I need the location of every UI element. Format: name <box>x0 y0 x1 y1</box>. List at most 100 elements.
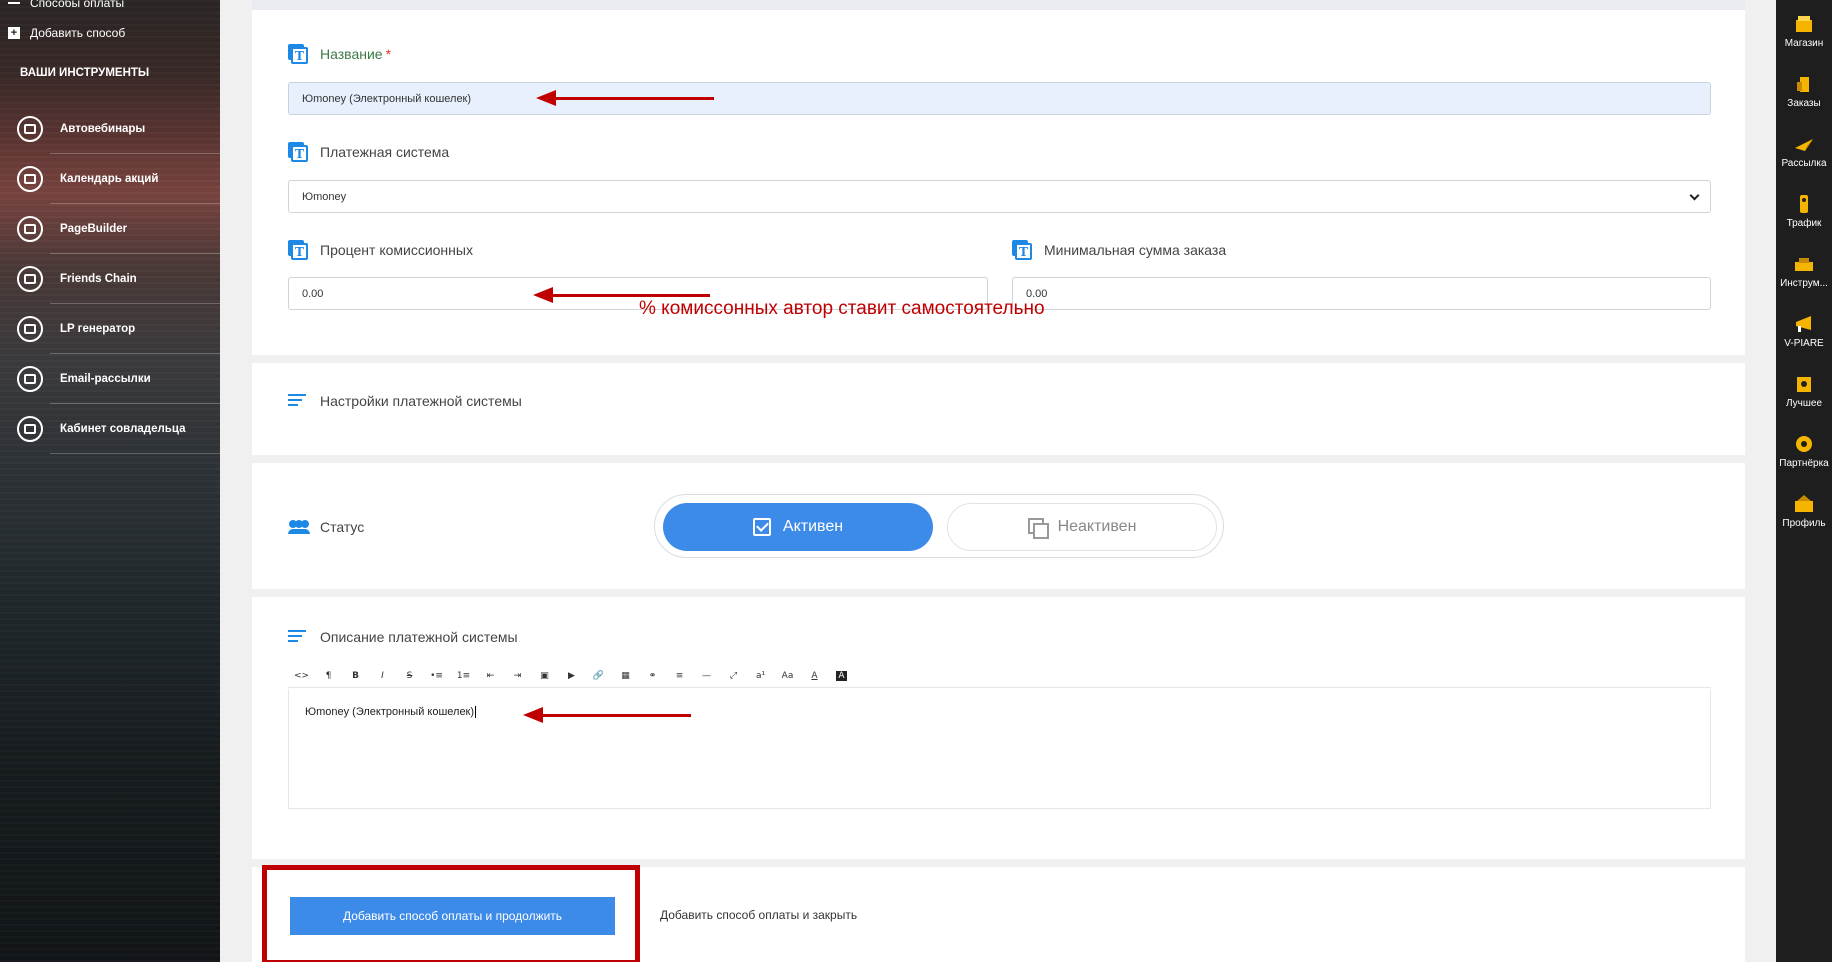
sidebar-item-autowebinars[interactable]: Автовебинары <box>0 104 220 154</box>
image-button[interactable]: ▣ <box>531 664 558 688</box>
name-label: T Название * <box>288 44 391 64</box>
toolbar-best[interactable]: Лучшее <box>1776 374 1832 409</box>
left-sidebar: Способы оплаты + Добавить способ ВАШИ ИН… <box>0 0 220 962</box>
name-input[interactable]: Юmoney (Электронный кошелек) <box>288 82 1711 115</box>
strikethrough-button[interactable]: S <box>396 664 423 688</box>
horizontal-rule-button[interactable]: — <box>693 664 720 688</box>
annotation-arrow <box>523 707 691 723</box>
toolbar-mailing[interactable]: Рассылка <box>1776 134 1832 169</box>
superscript-button[interactable]: a¹ <box>747 664 774 688</box>
status-toggle: Активен Неактивен <box>654 494 1224 558</box>
megaphone-icon <box>1796 316 1811 332</box>
sidebar-item-coowner[interactable]: Кабинет совладельца <box>0 404 220 454</box>
description-text: Юmoney (Электронный кошелек) <box>305 706 475 718</box>
name-label-text: Название <box>320 46 383 62</box>
text-field-icon: T <box>1012 240 1032 260</box>
description-title-text: Описание платежной системы <box>320 629 518 645</box>
highlight-box <box>262 865 640 962</box>
mail-plane-icon <box>1795 139 1813 151</box>
sidebar-item-add-method[interactable]: + Добавить способ <box>0 22 125 44</box>
min-order-label-text: Минимальная сумма заказа <box>1044 242 1227 258</box>
background-color-glyph: A <box>836 670 847 681</box>
payment-system-select[interactable]: Юmoney <box>288 180 1711 213</box>
traffic-icon <box>1800 195 1808 213</box>
required-marker: * <box>385 46 392 62</box>
commission-label: T Процент комиссионных <box>288 240 473 260</box>
font-size-button[interactable]: Aa <box>774 664 801 688</box>
text-field-icon: T <box>288 240 308 260</box>
menu-icon <box>8 2 20 4</box>
text-cursor <box>475 706 477 718</box>
shop-icon <box>1796 16 1812 32</box>
edit-list-icon <box>288 393 308 409</box>
copy-icon <box>1027 518 1049 539</box>
video-button[interactable]: ▶ <box>558 664 585 688</box>
orders-icon <box>1797 77 1809 92</box>
bold-button[interactable]: B <box>342 664 369 688</box>
toolbar-label: Инструм... <box>1780 278 1828 289</box>
toolbar-label: V-PIARE <box>1784 338 1824 349</box>
fullscreen-button[interactable]: ⤢ <box>720 664 747 688</box>
sidebar-section-title: ВАШИ ИНСТРУМЕНТЫ <box>20 67 150 79</box>
settings-title[interactable]: Настройки платежной системы <box>288 393 522 409</box>
toolbar-vpiare[interactable]: V-PIARE <box>1776 314 1832 349</box>
sidebar-item-email[interactable]: Email-рассылки <box>0 354 220 404</box>
sidebar-item-pagebuilder[interactable]: PageBuilder <box>0 204 220 254</box>
align-button[interactable]: ≡ <box>666 664 693 688</box>
sidebar-item-label: Способы оплаты <box>30 0 125 10</box>
status-label-text: Статус <box>320 519 365 535</box>
link-button[interactable]: 🔗 <box>585 664 612 688</box>
toolbar-label: Лучшее <box>1785 398 1823 409</box>
font-color-button[interactable]: A <box>801 664 828 688</box>
sidebar-item-payment-methods[interactable]: Способы оплаты <box>0 0 124 14</box>
table-button[interactable]: ▦ <box>612 664 639 688</box>
italic-button[interactable]: I <box>369 664 396 688</box>
toolbar-label: Партнёрка <box>1779 458 1829 469</box>
toolbar-profile[interactable]: Профиль <box>1776 494 1832 529</box>
sidebar-item-label: Email-рассылки <box>60 373 151 385</box>
sidebar-item-calendar[interactable]: Календарь акций <box>0 154 220 204</box>
status-active-button[interactable]: Активен <box>663 503 933 551</box>
annotation-arrow <box>536 90 714 106</box>
payment-system-label-text: Платежная система <box>320 144 450 160</box>
toolbar-shop[interactable]: Магазин <box>1776 14 1832 49</box>
numbered-list-button[interactable]: 1≡ <box>450 664 477 688</box>
min-order-input[interactable]: 0.00 <box>1012 277 1711 310</box>
paragraph-button[interactable]: ¶ <box>315 664 342 688</box>
settings-title-text: Настройки платежной системы <box>320 393 522 409</box>
sidebar-tools-list: Автовебинары Календарь акций PageBuilder… <box>0 104 220 454</box>
description-editor[interactable]: Юmoney (Электронный кошелек) <box>288 689 1711 809</box>
toolbar-label: Заказы <box>1787 98 1821 109</box>
sidebar-item-lp-generator[interactable]: LP генератор <box>0 304 220 354</box>
status-inactive-button[interactable]: Неактивен <box>947 503 1217 551</box>
min-order-label: T Минимальная сумма заказа <box>1012 240 1226 260</box>
toolbar-traffic[interactable]: Трафик <box>1776 194 1832 229</box>
toolbar-partner[interactable]: Партнёрка <box>1776 434 1832 469</box>
sidebar-item-label: Календарь акций <box>60 173 159 185</box>
right-toolbar: Магазин Заказы Рассылка Трафик Инструм..… <box>1776 0 1832 962</box>
indent-button[interactable]: ⇥ <box>504 664 531 688</box>
email-icon <box>17 366 43 392</box>
bullet-list-button[interactable]: •≡ <box>423 664 450 688</box>
sidebar-item-friends-chain[interactable]: Friends Chain <box>0 254 220 304</box>
payment-system-selected: Юmoney <box>302 190 347 203</box>
text-field-icon: T <box>288 44 308 64</box>
editor-toolbar: <> ¶ B I S •≡ 1≡ ⇤ ⇥ ▣ ▶ 🔗 ▦ ⚭ ≡ — ⤢ a¹ … <box>288 664 1711 688</box>
sidebar-item-label: PageBuilder <box>60 223 128 235</box>
outdent-button[interactable]: ⇤ <box>477 664 504 688</box>
code-view-button[interactable]: <> <box>288 664 315 688</box>
toolbar-tools[interactable]: Инструм... <box>1776 254 1832 289</box>
chain-button[interactable]: ⚭ <box>639 664 666 688</box>
handshake-icon <box>17 416 43 442</box>
toolbar-orders[interactable]: Заказы <box>1776 74 1832 109</box>
profile-icon <box>1795 495 1813 512</box>
sidebar-item-label: Добавить способ <box>30 26 126 40</box>
tools-icon <box>1795 258 1813 271</box>
status-label: Статус <box>288 519 364 535</box>
add-and-close-link[interactable]: Добавить способ оплаты и закрыть <box>660 908 857 922</box>
annotation-note: % комиссонных автор ставит самостоятельн… <box>639 298 1045 319</box>
background-color-button[interactable]: A <box>828 664 855 688</box>
sidebar-item-label: LP генератор <box>60 323 136 335</box>
commission-label-text: Процент комиссионных <box>320 242 473 258</box>
pagebuilder-icon <box>17 216 43 242</box>
